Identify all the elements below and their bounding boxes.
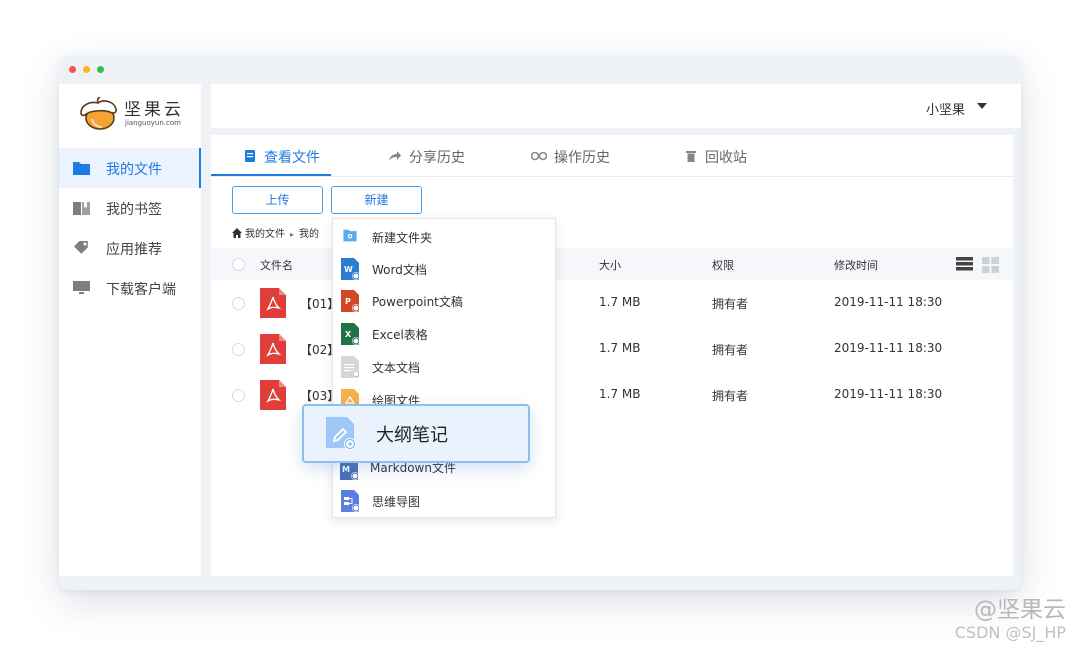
sidebar: 坚果云 jianguoyun.com 我的文件 我的书签 应用推荐 下载客户端	[59, 84, 201, 576]
sidebar-item-my-files[interactable]: 我的文件	[59, 148, 201, 188]
column-header-modified[interactable]: 修改时间	[834, 257, 878, 273]
row-select-radio[interactable]	[232, 389, 245, 402]
file-modified: 2019-11-11 18:30	[834, 341, 943, 355]
outline-note-icon	[326, 417, 356, 450]
menu-item-label: Word文档	[372, 263, 427, 277]
row-select-radio[interactable]	[232, 297, 245, 310]
tab-label: 回收站	[705, 150, 747, 166]
file-modified: 2019-11-11 18:30	[834, 387, 943, 401]
tab-label: 操作历史	[554, 150, 610, 166]
menu-item-label: 新建文件夹	[372, 231, 433, 245]
home-icon[interactable]	[232, 228, 242, 238]
sidebar-item-download-client[interactable]: 下载客户端	[59, 268, 201, 308]
column-header-name[interactable]: 文件名	[260, 257, 293, 273]
minimize-window-button[interactable]	[83, 66, 90, 73]
word-icon: W	[341, 258, 359, 280]
new-button[interactable]: 新建	[331, 186, 422, 214]
row-select-radio[interactable]	[232, 343, 245, 356]
pdf-icon	[260, 334, 286, 364]
bookmark-icon	[73, 202, 90, 215]
title-bar	[59, 56, 1021, 84]
sidebar-item-label: 我的书签	[106, 202, 162, 218]
pdf-icon	[260, 380, 286, 410]
user-menu-name[interactable]: 小坚果	[926, 99, 965, 118]
pdf-icon	[260, 288, 286, 318]
tab-label: 查看文件	[264, 150, 320, 166]
file-permission: 拥有者	[712, 343, 749, 357]
maximize-window-button[interactable]	[97, 66, 104, 73]
active-tab-indicator	[211, 174, 331, 176]
grid-view-icon[interactable]	[982, 257, 999, 273]
brand-logo[interactable]: 坚果云 jianguoyun.com	[76, 94, 196, 132]
powerpoint-icon: P	[341, 290, 359, 312]
list-view-icon[interactable]	[956, 257, 973, 271]
menu-item-powerpoint[interactable]: P Powerpoint文稿	[333, 285, 495, 317]
menu-item-label: Powerpoint文稿	[372, 295, 463, 309]
menu-item-excel[interactable]: X Excel表格	[333, 318, 495, 350]
menu-item-label: 思维导图	[372, 495, 421, 509]
tab-bar: 查看文件 分享历史 操作历史 回收站	[211, 135, 1013, 177]
monitor-icon	[73, 281, 90, 294]
brand-name: 坚果云	[124, 100, 184, 120]
sidebar-item-bookmarks[interactable]: 我的书签	[59, 188, 201, 228]
mindmap-icon	[341, 490, 359, 512]
tab-label: 分享历史	[409, 150, 465, 166]
svg-text:M: M	[342, 465, 350, 474]
new-folder-icon	[343, 229, 357, 242]
share-icon	[389, 151, 401, 161]
folder-icon	[73, 162, 90, 175]
text-doc-icon	[341, 356, 359, 378]
watermark-line-2: CSDN @SJ_HP	[954, 623, 1066, 642]
menu-item-word[interactable]: W Word文档	[333, 253, 495, 285]
history-icon	[531, 151, 547, 161]
svg-text:X: X	[345, 330, 352, 339]
file-size: 1.7 MB	[599, 387, 641, 401]
menu-item-text-doc[interactable]: 文本文档	[333, 351, 495, 383]
upload-button[interactable]: 上传	[232, 186, 323, 214]
file-modified: 2019-11-11 18:30	[834, 295, 943, 309]
breadcrumb: 我的文件 ▸ 我的	[232, 225, 319, 240]
watermark-line-1: @坚果云	[974, 597, 1066, 623]
document-icon	[245, 150, 255, 162]
select-all-radio[interactable]	[232, 258, 245, 271]
tag-icon	[74, 241, 88, 254]
menu-item-outline-note[interactable]: 大纲笔记	[302, 404, 530, 463]
column-header-size[interactable]: 大小	[599, 257, 621, 273]
file-size: 1.7 MB	[599, 295, 641, 309]
file-permission: 拥有者	[712, 297, 749, 311]
brand-domain: jianguoyun.com	[125, 119, 181, 127]
excel-icon: X	[341, 323, 359, 345]
menu-item-mindmap[interactable]: 思维导图	[333, 485, 495, 517]
watermark: @坚果云 CSDN @SJ_HP	[955, 598, 1066, 643]
top-header: 小坚果	[211, 84, 1021, 128]
file-size: 1.7 MB	[599, 341, 641, 355]
trash-icon	[686, 151, 696, 162]
file-permission: 拥有者	[712, 389, 749, 403]
menu-item-label: 文本文档	[372, 361, 421, 375]
new-item-dropdown: 新建文件夹 W Word文档 P Powerpoint文稿 X Excel表格	[332, 218, 556, 518]
caret-down-icon[interactable]	[977, 103, 987, 109]
menu-item-new-folder[interactable]: 新建文件夹	[333, 221, 495, 253]
column-header-permission[interactable]: 权限	[712, 257, 734, 273]
breadcrumb-item[interactable]: 我的文件	[245, 229, 285, 240]
acorn-icon	[80, 97, 117, 130]
sidebar-item-app-recommend[interactable]: 应用推荐	[59, 228, 201, 268]
sidebar-item-label: 我的文件	[106, 162, 162, 178]
sidebar-item-label: 应用推荐	[106, 242, 162, 258]
breadcrumb-item[interactable]: 我的	[299, 229, 319, 240]
svg-text:W: W	[344, 265, 353, 274]
menu-item-label: Excel表格	[372, 328, 428, 342]
menu-item-label: 大纲笔记	[376, 425, 448, 446]
svg-text:P: P	[345, 297, 351, 306]
sidebar-item-label: 下载客户端	[106, 282, 176, 298]
chevron-right-icon: ▸	[290, 230, 295, 239]
close-window-button[interactable]	[69, 66, 76, 73]
